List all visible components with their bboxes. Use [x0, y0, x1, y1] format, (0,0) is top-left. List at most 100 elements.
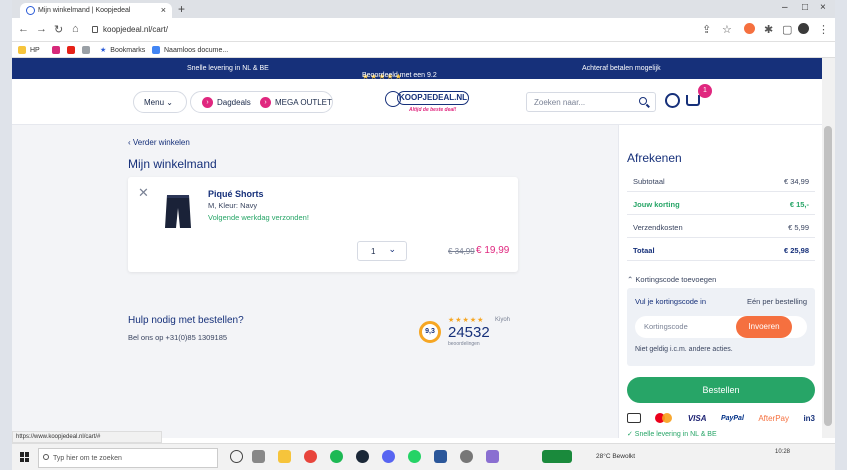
payment-methods: VISA PayPal AfterPay in3 — [627, 411, 815, 425]
help-phone[interactable]: Bel ons op +31(0)85 1309185 — [128, 333, 227, 342]
product-image[interactable] — [164, 194, 192, 230]
remove-item-icon[interactable]: ✕ — [138, 185, 149, 201]
new-tab-icon[interactable]: + — [178, 2, 185, 16]
menu-label: Menu — [144, 98, 165, 107]
app-icon[interactable] — [486, 450, 499, 463]
subtotal-value: € 34,99 — [783, 177, 809, 186]
reload-icon[interactable]: ↻ — [54, 23, 63, 36]
windows-start-icon[interactable] — [20, 452, 30, 462]
file-explorer-icon[interactable] — [278, 450, 291, 463]
browser-tab[interactable]: Mijn winkelmand | Koopjedeal × — [20, 3, 172, 18]
task-view-icon[interactable] — [252, 450, 265, 463]
order-button[interactable]: Bestellen — [627, 377, 815, 403]
tab-bar: Mijn winkelmand | Koopjedeal × + – □ × — [12, 0, 835, 18]
product-variant: M, Kleur: Navy — [208, 201, 258, 210]
quantity-select[interactable]: 1 ⌄ — [357, 241, 407, 261]
word-icon[interactable] — [434, 450, 447, 463]
afterpay-icon: AfterPay — [758, 413, 790, 423]
bookmark-bookmarks[interactable]: ★ Bookmarks — [100, 46, 145, 55]
usp-payment: Achteraf betalen mogelijk — [582, 65, 661, 72]
app-thumbnail-icon[interactable] — [542, 450, 572, 463]
bookmark-image[interactable] — [82, 46, 90, 54]
coupon-toggle[interactable]: ⌃ Kortingscode toevoegen — [627, 275, 716, 284]
subtotal-label: Subtotaal — [633, 177, 665, 186]
image-icon — [82, 46, 90, 54]
home-icon[interactable]: ⌂ — [72, 23, 79, 35]
browser-menu-icon[interactable]: ⋮ — [818, 23, 829, 36]
subtotal-row: Subtotaal € 34,99 — [627, 170, 815, 192]
scrollbar-thumb[interactable] — [824, 126, 832, 426]
kiyoh-widget[interactable]: 9,3 ★★★★★ Kiyoh 24532 beoordelingen — [419, 316, 519, 347]
share-icon[interactable]: ⇪ — [702, 23, 711, 36]
bookmark-star-icon[interactable]: ☆ — [722, 23, 732, 36]
docs-icon — [152, 46, 160, 54]
cart-icon[interactable] — [686, 95, 700, 106]
dagdeals-label: Dagdeals — [217, 98, 251, 107]
checkout-panel: Afrekenen Subtotaal € 34,99 Jouw korting… — [618, 125, 822, 438]
cortana-icon[interactable] — [230, 450, 243, 463]
total-label: Totaal — [633, 246, 655, 255]
chevron-down-icon: ⌄ — [388, 244, 396, 254]
usp-delivery: Snelle levering in NL & BE — [187, 65, 269, 72]
in3-icon: in3 — [803, 413, 815, 423]
sidebar-icon[interactable]: ▢ — [782, 23, 792, 36]
product-name[interactable]: Piqué Shorts — [208, 189, 264, 199]
profile-avatar[interactable] — [798, 23, 809, 34]
quantity-value: 1 — [371, 247, 376, 256]
kiyoh-score-badge: 9,3 — [419, 321, 441, 343]
checkout-title: Afrekenen — [627, 151, 682, 165]
search-input[interactable]: Zoeken naar... — [526, 92, 656, 112]
tab-title: Mijn winkelmand | Koopjedeal — [38, 7, 131, 14]
address-bar: ← → ↻ ⌂ koopjedeal.nl/cart/ ⇪ ☆ ✱ ▢ ⋮ — [12, 18, 835, 42]
menu-button[interactable]: Menu ⌄ — [133, 91, 187, 113]
logo-tagline: Altijd de beste deal! — [409, 107, 457, 113]
coupon-placeholder: Kortingscode — [644, 322, 688, 331]
bookmark-doc[interactable]: Naamloos docume... — [152, 46, 228, 54]
forward-icon[interactable]: → — [36, 23, 47, 35]
window-close-icon[interactable]: × — [820, 2, 826, 13]
extensions-icon[interactable]: ✱ — [764, 23, 773, 36]
maximize-icon[interactable]: □ — [802, 2, 808, 13]
whatsapp-icon[interactable] — [408, 450, 421, 463]
site-logo[interactable]: KOOPJEDEAL.NL Altijd de beste deal! — [375, 89, 473, 117]
status-url: https://www.koopjedeal.nl/cart/# — [12, 431, 162, 443]
spotify-icon[interactable] — [330, 450, 343, 463]
url-field[interactable]: koopjedeal.nl/cart/ — [92, 25, 168, 34]
steam-icon[interactable] — [356, 450, 369, 463]
back-icon[interactable]: ← — [18, 23, 29, 35]
chevron-left-icon: ‹ — [128, 138, 131, 147]
favicon-icon — [26, 6, 35, 15]
chevron-up-icon: ⌃ — [627, 275, 634, 284]
visa-icon: VISA — [687, 413, 707, 423]
search-icon[interactable] — [639, 97, 647, 105]
cart-item: ✕ Piqué Shorts M, Kleur: Navy Volgende w… — [128, 177, 518, 272]
taskbar-search-input[interactable]: Typ hier om te zoeken — [38, 448, 218, 468]
paypal-icon: PayPal — [720, 414, 744, 422]
bookmark-youtube[interactable] — [67, 46, 75, 54]
shipping-label: Verzendkosten — [633, 223, 683, 232]
bookmark-instagram[interactable] — [52, 46, 60, 54]
review-count: 24532 — [448, 324, 490, 341]
dagdeals-link[interactable]: › Dagdeals — [202, 97, 251, 108]
page-title: Mijn winkelmand — [128, 157, 217, 171]
chevron-down-icon: ⌄ — [166, 98, 173, 107]
discord-icon[interactable] — [382, 450, 395, 463]
bookmark-hp[interactable]: HP — [18, 46, 40, 54]
search-icon — [43, 454, 49, 460]
mega-outlet-link[interactable]: › MEGA OUTLET — [260, 97, 332, 108]
discount-row: Jouw korting € 15,- — [627, 193, 815, 215]
weather-widget[interactable]: 28°C Bewolkt — [596, 453, 635, 460]
page-scrollbar[interactable] — [822, 58, 835, 438]
clock[interactable]: 10:28 — [775, 448, 790, 456]
account-icon[interactable] — [665, 93, 680, 108]
browser-window: Mijn winkelmand | Koopjedeal × + – □ × ←… — [12, 0, 835, 470]
coupon-apply-button[interactable]: Invoeren — [736, 316, 792, 338]
close-tab-icon[interactable]: × — [161, 5, 166, 15]
shipping-row: Verzendkosten € 5,99 — [627, 216, 815, 238]
shipping-note: Volgende werkdag verzonden! — [208, 213, 309, 222]
settings-icon[interactable] — [460, 450, 473, 463]
minimize-icon[interactable]: – — [782, 2, 788, 13]
continue-shopping-link[interactable]: ‹ Verder winkelen — [128, 138, 190, 147]
brave-shield-icon[interactable] — [744, 23, 755, 34]
chrome-icon[interactable] — [304, 450, 317, 463]
